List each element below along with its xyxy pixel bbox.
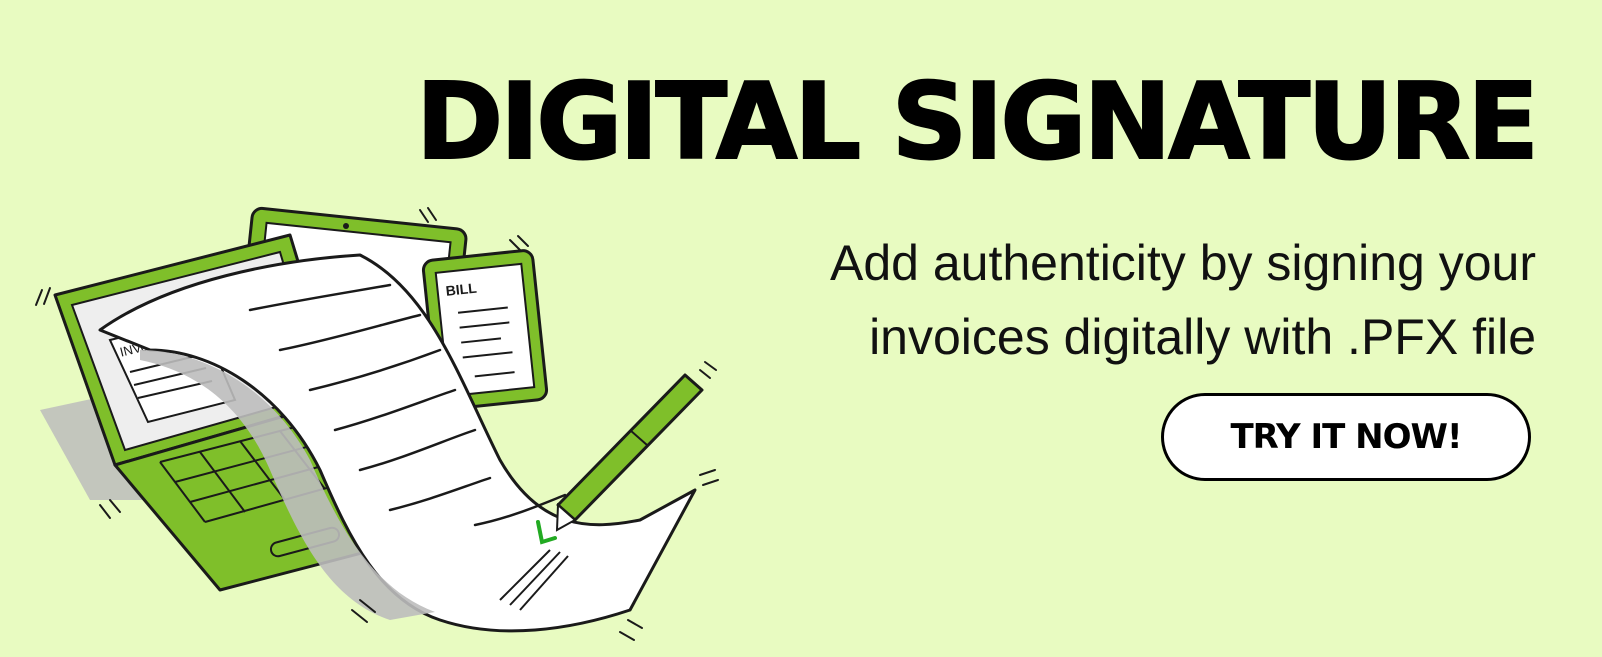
page-title: DIGITAL SIGNATURE — [415, 61, 1540, 183]
subtitle-line-1: Add authenticity by signing your — [830, 235, 1536, 291]
subtitle-line-2: invoices digitally with .PFX file — [869, 309, 1536, 365]
subtitle: Add authenticity by signing your invoice… — [736, 226, 1536, 374]
try-it-now-button[interactable]: TRY IT NOW! — [1161, 393, 1531, 481]
promo-banner: BILL DIGITAL SIGNATURE Add authenticity … — [0, 0, 1602, 657]
bill-label: BILL — [445, 280, 478, 299]
digital-signature-illustration: BILL — [35, 206, 719, 641]
